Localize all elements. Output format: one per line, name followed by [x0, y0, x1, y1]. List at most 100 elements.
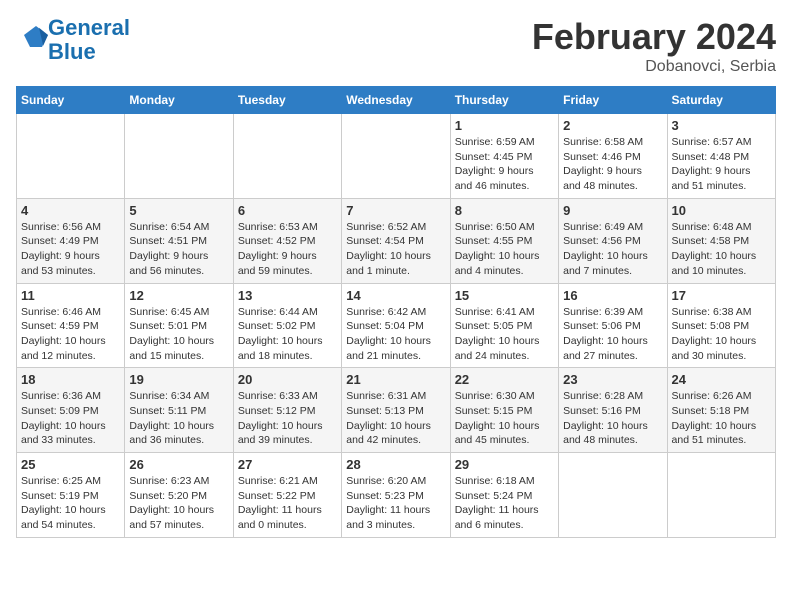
day-info: Sunrise: 6:26 AM Sunset: 5:18 PM Dayligh… — [672, 389, 771, 448]
weekday-header-thursday: Thursday — [450, 87, 558, 114]
day-info: Sunrise: 6:57 AM Sunset: 4:48 PM Dayligh… — [672, 135, 771, 194]
weekday-header-tuesday: Tuesday — [233, 87, 341, 114]
day-info: Sunrise: 6:18 AM Sunset: 5:24 PM Dayligh… — [455, 474, 554, 533]
day-number: 7 — [346, 203, 445, 218]
calendar-body: 1 Sunrise: 6:59 AM Sunset: 4:45 PM Daylig… — [17, 114, 776, 538]
weekday-header-wednesday: Wednesday — [342, 87, 450, 114]
day-info: Sunrise: 6:48 AM Sunset: 4:58 PM Dayligh… — [672, 220, 771, 279]
day-info: Sunrise: 6:30 AM Sunset: 5:15 PM Dayligh… — [455, 389, 554, 448]
day-number: 9 — [563, 203, 662, 218]
calendar-cell: 11 Sunrise: 6:46 AM Sunset: 4:59 PM Dayli… — [17, 283, 125, 368]
day-number: 22 — [455, 372, 554, 387]
calendar-cell: 15Sunrise: 6:41 AM Sunset: 5:05 PM Dayli… — [450, 283, 558, 368]
day-info: Sunrise: 6:59 AM Sunset: 4:45 PM Dayligh… — [455, 135, 554, 194]
location-subtitle: Dobanovci, Serbia — [532, 58, 776, 76]
calendar-week-2: 4 Sunrise: 6:56 AM Sunset: 4:49 PM Daylig… — [17, 198, 776, 283]
calendar-cell — [667, 453, 775, 538]
calendar-cell: 16Sunrise: 6:39 AM Sunset: 5:06 PM Dayli… — [559, 283, 667, 368]
day-info: Sunrise: 6:45 AM Sunset: 5:01 PM Dayligh… — [129, 305, 228, 364]
calendar-cell: 26 Sunrise: 6:23 AM Sunset: 5:20 PM Dayli… — [125, 453, 233, 538]
day-info: Sunrise: 6:58 AM Sunset: 4:46 PM Dayligh… — [563, 135, 662, 194]
weekday-header-friday: Friday — [559, 87, 667, 114]
day-number: 18 — [21, 372, 120, 387]
calendar-cell: 21 Sunrise: 6:31 AM Sunset: 5:13 PM Dayli… — [342, 368, 450, 453]
day-number: 16 — [563, 288, 662, 303]
day-info: Sunrise: 6:34 AM Sunset: 5:11 PM Dayligh… — [129, 389, 228, 448]
calendar-cell: 17Sunrise: 6:38 AM Sunset: 5:08 PM Dayli… — [667, 283, 775, 368]
calendar-cell: 5 Sunrise: 6:54 AM Sunset: 4:51 PM Daylig… — [125, 198, 233, 283]
month-year-title: February 2024 — [532, 16, 776, 58]
day-info: Sunrise: 6:56 AM Sunset: 4:49 PM Dayligh… — [21, 220, 120, 279]
day-number: 2 — [563, 118, 662, 133]
logo: General Blue — [16, 16, 130, 64]
day-number: 17 — [672, 288, 771, 303]
day-info: Sunrise: 6:31 AM Sunset: 5:13 PM Dayligh… — [346, 389, 445, 448]
calendar-cell — [17, 114, 125, 199]
calendar-cell: 28 Sunrise: 6:20 AM Sunset: 5:23 PM Dayli… — [342, 453, 450, 538]
calendar-cell: 2 Sunrise: 6:58 AM Sunset: 4:46 PM Daylig… — [559, 114, 667, 199]
day-info: Sunrise: 6:36 AM Sunset: 5:09 PM Dayligh… — [21, 389, 120, 448]
logo-icon — [18, 23, 48, 53]
calendar-table: SundayMondayTuesdayWednesdayThursdayFrid… — [16, 86, 776, 538]
calendar-week-5: 25Sunrise: 6:25 AM Sunset: 5:19 PM Dayli… — [17, 453, 776, 538]
weekday-header-sunday: Sunday — [17, 87, 125, 114]
calendar-cell — [342, 114, 450, 199]
day-info: Sunrise: 6:23 AM Sunset: 5:20 PM Dayligh… — [129, 474, 228, 533]
calendar-cell: 1 Sunrise: 6:59 AM Sunset: 4:45 PM Daylig… — [450, 114, 558, 199]
day-number: 14 — [346, 288, 445, 303]
title-block: February 2024 Dobanovci, Serbia — [532, 16, 776, 76]
weekday-header-monday: Monday — [125, 87, 233, 114]
calendar-week-4: 18 Sunrise: 6:36 AM Sunset: 5:09 PM Dayli… — [17, 368, 776, 453]
day-number: 23 — [563, 372, 662, 387]
calendar-cell: 22 Sunrise: 6:30 AM Sunset: 5:15 PM Dayli… — [450, 368, 558, 453]
calendar-cell: 18 Sunrise: 6:36 AM Sunset: 5:09 PM Dayli… — [17, 368, 125, 453]
day-number: 12 — [129, 288, 228, 303]
calendar-cell — [125, 114, 233, 199]
day-info: Sunrise: 6:54 AM Sunset: 4:51 PM Dayligh… — [129, 220, 228, 279]
calendar-cell — [559, 453, 667, 538]
calendar-cell: 9 Sunrise: 6:49 AM Sunset: 4:56 PM Daylig… — [559, 198, 667, 283]
calendar-cell: 20 Sunrise: 6:33 AM Sunset: 5:12 PM Dayli… — [233, 368, 341, 453]
calendar-cell: 29 Sunrise: 6:18 AM Sunset: 5:24 PM Dayli… — [450, 453, 558, 538]
calendar-week-3: 11 Sunrise: 6:46 AM Sunset: 4:59 PM Dayli… — [17, 283, 776, 368]
day-info: Sunrise: 6:20 AM Sunset: 5:23 PM Dayligh… — [346, 474, 445, 533]
weekday-header-row: SundayMondayTuesdayWednesdayThursdayFrid… — [17, 87, 776, 114]
day-number: 28 — [346, 457, 445, 472]
calendar-cell: 8Sunrise: 6:50 AM Sunset: 4:55 PM Daylig… — [450, 198, 558, 283]
day-number: 26 — [129, 457, 228, 472]
logo-text: General Blue — [48, 16, 130, 64]
day-number: 19 — [129, 372, 228, 387]
calendar-cell: 19 Sunrise: 6:34 AM Sunset: 5:11 PM Dayli… — [125, 368, 233, 453]
day-number: 4 — [21, 203, 120, 218]
day-info: Sunrise: 6:33 AM Sunset: 5:12 PM Dayligh… — [238, 389, 337, 448]
weekday-header-saturday: Saturday — [667, 87, 775, 114]
calendar-cell: 25Sunrise: 6:25 AM Sunset: 5:19 PM Dayli… — [17, 453, 125, 538]
day-number: 8 — [455, 203, 554, 218]
day-info: Sunrise: 6:46 AM Sunset: 4:59 PM Dayligh… — [21, 305, 120, 364]
day-number: 27 — [238, 457, 337, 472]
calendar-cell: 14 Sunrise: 6:42 AM Sunset: 5:04 PM Dayli… — [342, 283, 450, 368]
day-info: Sunrise: 6:52 AM Sunset: 4:54 PM Dayligh… — [346, 220, 445, 279]
day-number: 20 — [238, 372, 337, 387]
day-number: 25 — [21, 457, 120, 472]
calendar-cell: 6 Sunrise: 6:53 AM Sunset: 4:52 PM Daylig… — [233, 198, 341, 283]
day-info: Sunrise: 6:49 AM Sunset: 4:56 PM Dayligh… — [563, 220, 662, 279]
day-number: 13 — [238, 288, 337, 303]
day-info: Sunrise: 6:41 AM Sunset: 5:05 PM Dayligh… — [455, 305, 554, 364]
day-number: 29 — [455, 457, 554, 472]
calendar-cell — [233, 114, 341, 199]
day-number: 11 — [21, 288, 120, 303]
day-number: 21 — [346, 372, 445, 387]
calendar-cell: 13 Sunrise: 6:44 AM Sunset: 5:02 PM Dayli… — [233, 283, 341, 368]
day-number: 5 — [129, 203, 228, 218]
day-info: Sunrise: 6:53 AM Sunset: 4:52 PM Dayligh… — [238, 220, 337, 279]
calendar-cell: 4 Sunrise: 6:56 AM Sunset: 4:49 PM Daylig… — [17, 198, 125, 283]
day-info: Sunrise: 6:44 AM Sunset: 5:02 PM Dayligh… — [238, 305, 337, 364]
day-number: 6 — [238, 203, 337, 218]
day-number: 1 — [455, 118, 554, 133]
day-number: 3 — [672, 118, 771, 133]
day-info: Sunrise: 6:42 AM Sunset: 5:04 PM Dayligh… — [346, 305, 445, 364]
day-number: 10 — [672, 203, 771, 218]
calendar-week-1: 1 Sunrise: 6:59 AM Sunset: 4:45 PM Daylig… — [17, 114, 776, 199]
calendar-cell: 10 Sunrise: 6:48 AM Sunset: 4:58 PM Dayli… — [667, 198, 775, 283]
